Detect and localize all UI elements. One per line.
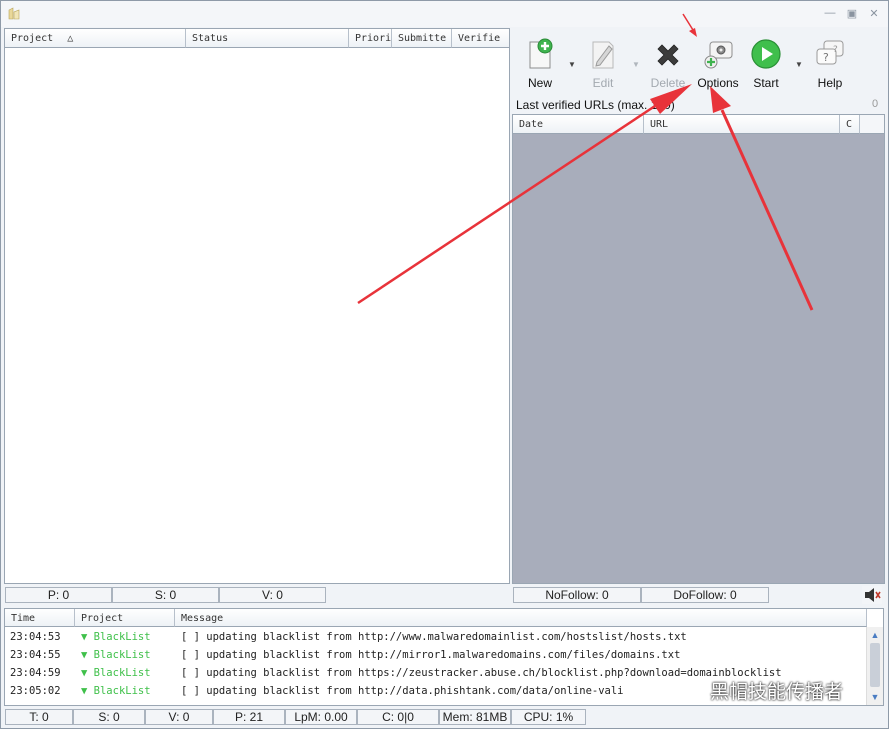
options-gear-icon — [704, 41, 733, 69]
close-button[interactable]: ✕ — [868, 7, 880, 20]
status-v: V: 0 — [219, 587, 326, 603]
log-message: [ ] updating blacklist from http://data.… — [181, 685, 624, 697]
scroll-thumb[interactable] — [870, 643, 880, 687]
log-project: ▼ BlackList — [81, 649, 151, 661]
status-p: P: 0 — [5, 587, 112, 603]
expand-arrow-icon: ▼ — [81, 667, 94, 679]
expand-arrow-icon: ▼ — [81, 649, 94, 661]
minimize-button[interactable]: — — [824, 7, 836, 20]
log-time: 23:05:02 — [10, 685, 61, 697]
log-row[interactable]: 23:04:55 ▼ BlackList [ ] updating blackl… — [5, 646, 867, 664]
log-time: 23:04:53 — [10, 631, 61, 643]
column-priority[interactable]: Priori — [349, 29, 392, 48]
column-verified[interactable]: Verifie — [452, 29, 509, 48]
status-submitted: S: 0 — [73, 709, 145, 725]
status-dofollow: DoFollow: 0 — [641, 587, 769, 603]
column-c[interactable]: C — [840, 115, 860, 134]
help-question-icon: ? ? — [816, 40, 844, 65]
start-button[interactable]: Start — [743, 38, 789, 96]
status-cpu: CPU: 1% — [511, 709, 586, 725]
title-bar: — ▣ ✕ — [1, 1, 888, 27]
log-project: ▼ BlackList — [81, 631, 151, 643]
new-document-icon — [529, 38, 553, 69]
log-column-project[interactable]: Project — [75, 609, 175, 627]
wechat-logo-icon — [676, 679, 703, 701]
new-button[interactable]: New — [517, 38, 563, 96]
log-row[interactable]: 23:04:53 ▼ BlackList [ ] updating blackl… — [5, 628, 867, 646]
help-button[interactable]: ? ? Help — [807, 38, 853, 96]
watermark: 黑帽技能传播者 — [676, 677, 843, 704]
column-url[interactable]: URL — [644, 115, 840, 134]
edit-pencil-icon — [592, 41, 614, 69]
svg-text:?: ? — [823, 51, 829, 64]
delete-button[interactable]: Delete — [645, 38, 691, 96]
log-column-time[interactable]: Time — [5, 609, 75, 627]
column-submitted[interactable]: Submitte — [392, 29, 452, 48]
toolbar: New ▼ Edit ▼ Delete Options Start ▼ ? ? … — [512, 28, 885, 98]
verified-urls-count: 0 — [872, 98, 879, 110]
maximize-button[interactable]: ▣ — [846, 7, 858, 20]
header-filler — [860, 115, 884, 134]
status-threads: T: 0 — [5, 709, 73, 725]
mute-speaker-icon[interactable] — [862, 586, 882, 604]
start-play-icon — [751, 39, 781, 69]
status-verified: V: 0 — [145, 709, 213, 725]
verified-urls-table[interactable]: Date URL C — [512, 114, 885, 584]
log-column-message[interactable]: Message — [175, 609, 867, 627]
scroll-up-arrow-icon[interactable]: ▲ — [869, 629, 881, 641]
status-s: S: 0 — [112, 587, 219, 603]
status-proxies: P: 21 — [213, 709, 285, 725]
edit-button[interactable]: Edit — [580, 38, 626, 96]
start-dropdown-arrow[interactable]: ▼ — [795, 60, 803, 69]
column-status[interactable]: Status — [186, 29, 349, 48]
column-date[interactable]: Date — [513, 115, 644, 134]
log-time: 23:04:59 — [10, 667, 61, 679]
status-captcha: C: 0|0 — [357, 709, 439, 725]
log-message: [ ] updating blacklist from http://www.m… — [181, 631, 687, 643]
svg-text:?: ? — [833, 45, 838, 55]
scroll-down-arrow-icon[interactable]: ▼ — [869, 691, 881, 703]
log-time: 23:04:55 — [10, 649, 61, 661]
log-scrollbar[interactable]: ▲ ▼ — [866, 627, 883, 705]
delete-x-icon — [657, 44, 679, 66]
verified-urls-title: Last verified URLs (max. 100) — [516, 98, 675, 112]
status-memory: Mem: 81MB — [439, 709, 511, 725]
status-nofollow: NoFollow: 0 — [513, 587, 641, 603]
new-dropdown-arrow[interactable]: ▼ — [568, 60, 576, 69]
options-button[interactable]: Options — [693, 38, 743, 96]
expand-arrow-icon: ▼ — [81, 631, 94, 643]
projects-table[interactable]: Project △ Status Priori Submitte Verifie — [4, 28, 510, 584]
expand-arrow-icon: ▼ — [81, 685, 94, 697]
sort-ascending-icon: △ — [67, 33, 74, 44]
app-logo-icon — [8, 7, 20, 20]
log-project: ▼ BlackList — [81, 667, 151, 679]
log-project: ▼ BlackList — [81, 685, 151, 697]
edit-dropdown-arrow[interactable]: ▼ — [632, 60, 640, 69]
status-lpm: LpM: 0.00 — [285, 709, 357, 725]
log-message: [ ] updating blacklist from http://mirro… — [181, 649, 681, 661]
column-project[interactable]: Project △ — [5, 29, 186, 48]
